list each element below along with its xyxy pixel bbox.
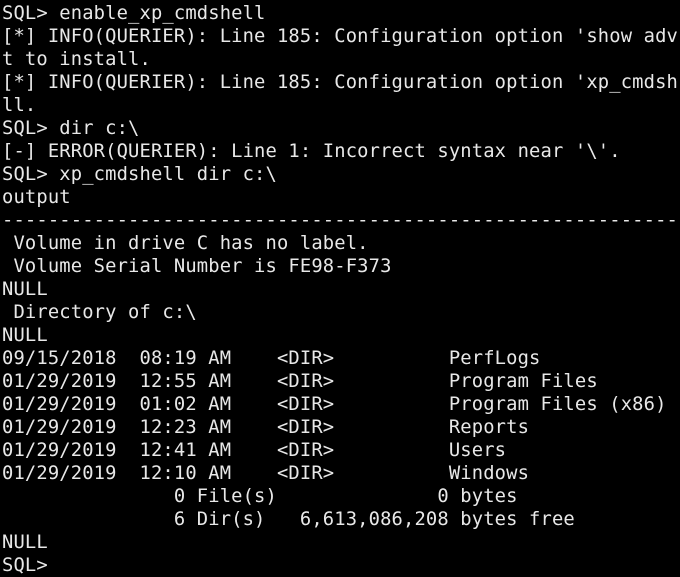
- prompt-line: SQL> dir c:\: [2, 118, 140, 139]
- dir-summary: 6 Dir(s) 6,613,086,208 bytes free: [2, 509, 575, 530]
- output-line: Volume in drive C has no label.: [2, 233, 369, 254]
- prompt-line: SQL> enable_xp_cmdshell: [2, 3, 266, 24]
- output-header: output: [2, 187, 71, 208]
- info-line: [*] INFO(QUERIER): Line 185: Configurati…: [2, 72, 678, 93]
- output-null: NULL: [2, 325, 48, 346]
- directory-entry: 01/29/2019 01:02 AM <DIR> Program Files …: [2, 394, 667, 415]
- output-null: NULL: [2, 532, 48, 553]
- prompt-line-current[interactable]: SQL>: [2, 554, 680, 577]
- output-line: Volume Serial Number is FE98-F373: [2, 256, 392, 277]
- directory-entry: 01/29/2019 12:10 AM <DIR> Windows: [2, 463, 530, 484]
- directory-entry: 01/29/2019 12:55 AM <DIR> Program Files: [2, 371, 598, 392]
- file-summary: 0 File(s) 0 bytes: [2, 486, 518, 507]
- output-null: NULL: [2, 279, 48, 300]
- error-line: [-] ERROR(QUERIER): Line 1: Incorrect sy…: [2, 141, 621, 162]
- info-line-wrap: ll.: [2, 95, 37, 116]
- info-line-wrap: t to install.: [2, 49, 151, 70]
- output-line: Directory of c:\: [2, 302, 197, 323]
- info-line: [*] INFO(QUERIER): Line 185: Configurati…: [2, 26, 678, 47]
- directory-entry: 01/29/2019 12:23 AM <DIR> Reports: [2, 417, 530, 438]
- terminal-window[interactable]: SQL> enable_xp_cmdshell [*] INFO(QUERIER…: [0, 0, 680, 577]
- directory-entry: 01/29/2019 12:41 AM <DIR> Users: [2, 440, 507, 461]
- prompt-line: SQL> xp_cmdshell dir c:\: [2, 164, 277, 185]
- directory-entry: 09/15/2018 08:19 AM <DIR> PerfLogs: [2, 348, 541, 369]
- output-separator: ----------------------------------------…: [2, 210, 680, 231]
